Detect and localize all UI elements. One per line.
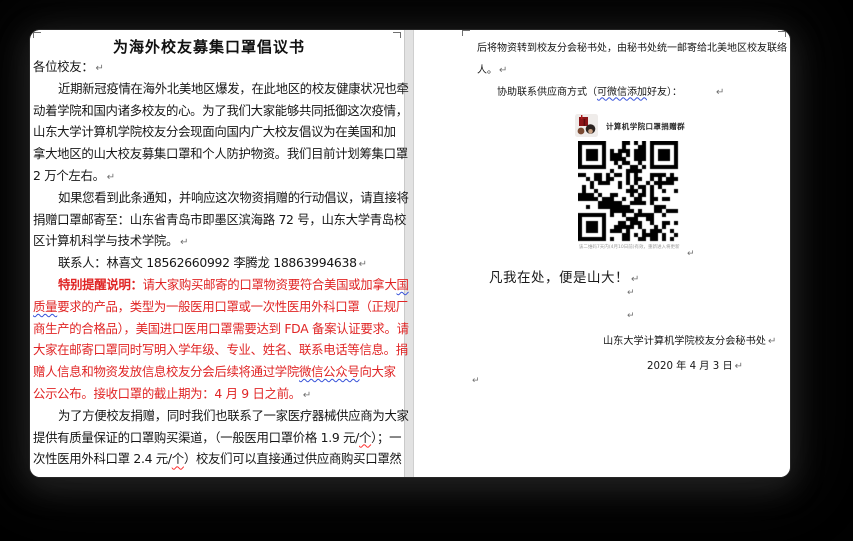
text-line[interactable]: 赠人信息和物资发放信息校友分会后续将通过学院微信公众号向大家 xyxy=(33,361,403,383)
paragraph-mark-icon: ↵ xyxy=(716,87,724,98)
text-segment: 联系人：林喜文 18562660992 李腾龙 18863994638 xyxy=(58,255,357,270)
text-segment: 向大家 xyxy=(359,364,395,379)
signature-line[interactable]: 山东大学计算机学院校友分会秘书处↵ xyxy=(603,332,776,347)
text-segment: 拿大地区的山大校友募集口罩和个人防护物资。我们目前计划筹集口罩 xyxy=(33,146,408,161)
wechat-group-name: 计算机学院口罩捐赠群 xyxy=(606,121,685,132)
margin-corner-mark xyxy=(778,31,786,37)
paragraph-mark-icon: ↵ xyxy=(303,390,311,401)
paragraph-mark-icon: ↵ xyxy=(180,237,188,248)
text-line[interactable]: 商生产的合格品），美国进口医用口罩需要达到 FDA 备案认证要求。请 xyxy=(33,318,403,340)
date-line[interactable]: 2020 年 4 月 3 日↵ xyxy=(647,357,743,372)
text-segment: 次性医用外科口罩 2.4 元/ xyxy=(33,451,172,466)
text-segment: 个 xyxy=(172,451,184,466)
text-line[interactable]: 公示公布。接收口罩的截止期为：4 月 9 日之前。↵ xyxy=(33,383,403,405)
text-segment: 动着学院和国内诸多校友的心。为了我们大家能够共同抵御这次疫情， xyxy=(33,103,408,118)
text-line[interactable]: 次性医用外科口罩 2.4 元/个）校友们可以直接通过供应商购买口罩然 xyxy=(33,448,403,470)
qr-code-image xyxy=(578,141,679,242)
text-segment: ）；一 xyxy=(371,430,401,445)
text-segment: 区计算机科学与技术学院。 xyxy=(33,233,178,248)
page1-body: 各位校友：↵近期新冠疫情在海外北美地区爆发，在此地区的校友健康状况也牵动着学院和… xyxy=(33,56,403,470)
text-segment: 山东大学计算机学院校友分会现面向国内广大校友倡议为在美国和加 xyxy=(33,124,396,139)
paragraph-mark-icon: ↵ xyxy=(499,65,507,76)
slogan-line[interactable]: 凡我在处，便是山大！↵ xyxy=(489,266,640,286)
slogan-text: 凡我在处，便是山大！ xyxy=(489,270,629,286)
text-segment: 协助联系供应商方式（ xyxy=(497,87,597,98)
text-line[interactable]: 近期新冠疫情在海外北美地区爆发，在此地区的校友健康状况也牵 xyxy=(33,78,403,100)
text-segment: 要求的产品，类型为一般医用口罩或一次性医用外科口罩（正规厂 xyxy=(57,299,408,314)
paragraph-mark-icon: ↵ xyxy=(627,288,635,298)
text-segment: 好友）： xyxy=(647,87,682,98)
text-segment: 请大家购买邮寄的口罩物资要符合美国或加拿大 xyxy=(143,277,397,292)
text-line[interactable]: 人。↵ xyxy=(477,60,789,82)
text-line[interactable]: 后将物资转到校友分会秘书处，由秘书处统一邮寄给北美地区校友联络 xyxy=(477,38,789,60)
paragraph-mark-icon: ↵ xyxy=(359,259,367,270)
paragraph-mark-icon: ↵ xyxy=(687,249,695,259)
text-segment: 2 万个左右。 xyxy=(33,168,105,183)
wechat-group-avatar xyxy=(575,114,598,137)
text-line[interactable]: 大家在邮寄口罩同时写明入学年级、专业、姓名、联系电话等信息。捐 xyxy=(33,339,403,361)
paragraph-mark-icon: ↵ xyxy=(95,63,103,74)
text-segment: 后将物资转到校友分会秘书处，由秘书处统一邮寄给北美地区校友联络 xyxy=(477,43,787,54)
text-segment: 国 xyxy=(397,277,409,292)
text-segment: 微信公众号 xyxy=(299,364,359,379)
text-line[interactable]: 2 万个左右。↵ xyxy=(33,165,403,187)
text-segment: 提供有质量保证的口罩购买渠道，（一般医用口罩价格 1.9 元/ xyxy=(33,430,359,445)
text-segment: 商生产的合格品），美国进口医用口罩需要达到 FDA 备案认证要求。请 xyxy=(33,321,409,336)
text-segment: 公示公布。接收口罩的截止期为：4 月 9 日之前。 xyxy=(33,386,301,401)
text-segment: 可微信添加 xyxy=(597,87,647,98)
paragraph-mark-icon: ↵ xyxy=(107,172,115,183)
text-segment: 特别提醒说明： xyxy=(58,277,143,292)
text-line[interactable]: 质量要求的产品，类型为一般医用口罩或一次性医用外科口罩（正规厂 xyxy=(33,296,403,318)
text-line[interactable]: 联系人：林喜文 18562660992 李腾龙 18863994638↵ xyxy=(33,252,403,274)
text-segment: 为了方便校友捐赠，同时我们也联系了一家医疗器械供应商为大家 xyxy=(58,408,409,423)
margin-corner-mark xyxy=(462,30,470,36)
text-segment: 个 xyxy=(359,430,371,445)
text-line[interactable]: 协助联系供应商方式（可微信添加好友）： ↵ xyxy=(477,82,789,104)
text-segment: 如果您看到此条通知，并响应这次物资捐赠的行动倡议，请直接将 xyxy=(58,190,409,205)
text-line[interactable]: 提供有质量保证的口罩购买渠道，（一般医用口罩价格 1.9 元/个）；一 xyxy=(33,427,403,449)
text-segment: ）校友们可以直接通过供应商购买口罩然 xyxy=(184,451,402,466)
text-segment: 捐赠口罩邮寄至：山东省青岛市即墨区滨海路 72 号，山东大学青岛校 xyxy=(33,212,406,227)
text-line[interactable]: 为了方便校友捐赠，同时我们也联系了一家医疗器械供应商为大家 xyxy=(33,405,403,427)
document-title: 为海外校友募集口罩倡议书 xyxy=(30,36,388,57)
text-segment: 赠人信息和物资发放信息校友分会后续将通过学院 xyxy=(33,364,299,379)
text-segment: 近期新冠疫情在海外北美地区爆发，在此地区的校友健康状况也牵 xyxy=(58,81,409,96)
qr-validity-note: 该二维码7天内(4月10日前)有效，重新进入将更新 xyxy=(579,243,678,250)
document-page-1[interactable]: 为海外校友募集口罩倡议书 各位校友：↵近期新冠疫情在海外北美地区爆发，在此地区的… xyxy=(30,30,404,477)
paragraph-mark-icon: ↵ xyxy=(472,376,480,386)
text-line[interactable]: 如果您看到此条通知，并响应这次物资捐赠的行动倡议，请直接将 xyxy=(33,187,403,209)
text-line[interactable]: 区计算机科学与技术学院。↵ xyxy=(33,230,403,252)
text-line[interactable]: 捐赠口罩邮寄至：山东省青岛市即墨区滨海路 72 号，山东大学青岛校 xyxy=(33,209,403,231)
text-line[interactable]: 拿大地区的山大校友募集口罩和个人防护物资。我们目前计划筹集口罩 xyxy=(33,143,403,165)
date-text: 2020 年 4 月 3 日 xyxy=(647,361,733,372)
paragraph-mark-icon: ↵ xyxy=(735,361,743,372)
text-segment: 大家在邮寄口罩同时写明入学年级、专业、姓名、联系电话等信息。捐 xyxy=(33,342,408,357)
text-line[interactable]: 山东大学计算机学院校友分会现面向国内广大校友倡议为在美国和加 xyxy=(33,121,403,143)
text-segment: 人。 xyxy=(477,65,497,76)
paragraph-mark-icon: ↵ xyxy=(631,274,640,285)
text-line[interactable]: 各位校友：↵ xyxy=(33,56,403,78)
paragraph-mark-icon: ↵ xyxy=(768,336,776,347)
page2-body: 后将物资转到校友分会秘书处，由秘书处统一邮寄给北美地区校友联络人。↵协助联系供应… xyxy=(477,38,789,103)
document-page-2[interactable]: 后将物资转到校友分会秘书处，由秘书处统一邮寄给北美地区校友联络人。↵协助联系供应… xyxy=(414,30,790,477)
document-window: 为海外校友募集口罩倡议书 各位校友：↵近期新冠疫情在海外北美地区爆发，在此地区的… xyxy=(30,30,790,477)
text-segment: 各位校友： xyxy=(33,59,93,74)
text-line[interactable]: 特别提醒说明：请大家购买邮寄的口罩物资要符合美国或加拿大国 xyxy=(33,274,403,296)
paragraph-mark-icon: ↵ xyxy=(627,311,635,321)
margin-corner-mark xyxy=(393,32,401,38)
text-segment: 质量 xyxy=(33,299,57,314)
signature-text: 山东大学计算机学院校友分会秘书处 xyxy=(603,336,766,347)
text-line[interactable]: 动着学院和国内诸多校友的心。为了我们大家能够共同抵御这次疫情， xyxy=(33,100,403,122)
